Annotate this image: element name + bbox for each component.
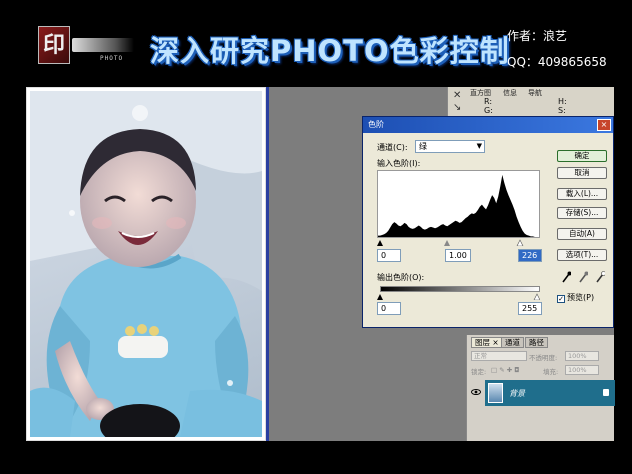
logo-streak bbox=[72, 38, 134, 52]
qq-text: QQ：409865658 bbox=[507, 55, 607, 69]
channel-value: 绿 bbox=[419, 142, 427, 151]
channel-select[interactable]: 绿 ▼ bbox=[415, 140, 485, 153]
info-s-label: S: bbox=[558, 106, 566, 115]
input-black-field[interactable]: 0 bbox=[377, 249, 401, 262]
white-eyedropper-icon[interactable] bbox=[595, 271, 605, 283]
banner-title: 深入研究PHOTO色彩控制 bbox=[150, 34, 510, 68]
lock-icon bbox=[603, 389, 609, 396]
logo-subtext: PHOTO bbox=[100, 55, 124, 62]
tab-channels[interactable]: 通道 bbox=[501, 337, 524, 348]
save-button[interactable]: 存储(S)... bbox=[557, 207, 607, 219]
input-levels-label: 输入色阶(I): bbox=[377, 159, 421, 168]
tab-navigator[interactable]: 导航 bbox=[528, 88, 542, 98]
move-tool-icon[interactable]: ✕ bbox=[453, 90, 461, 101]
dialog-titlebar[interactable]: 色阶 × bbox=[363, 117, 613, 133]
load-button[interactable]: 载入(L)... bbox=[557, 188, 607, 200]
options-button[interactable]: 选项(T)... bbox=[557, 249, 607, 261]
input-levels-slider[interactable] bbox=[377, 238, 540, 246]
input-gamma-handle[interactable] bbox=[444, 240, 450, 246]
baby-illustration bbox=[30, 91, 262, 437]
fill-field[interactable]: 100% bbox=[565, 365, 599, 375]
info-g-label: G: bbox=[484, 106, 493, 115]
auto-button[interactable]: 自动(A) bbox=[557, 228, 607, 240]
tab-layers-label: 图层 bbox=[475, 338, 490, 347]
banner-header: 印 PHOTO 深入研究PHOTO色彩控制 作者：浪艺 QQ：409865658 bbox=[0, 0, 632, 84]
layer-row-background[interactable]: 背景 bbox=[485, 380, 615, 406]
histogram-chart bbox=[377, 170, 540, 238]
lock-icons[interactable]: □ ✎ ✚ ◘ bbox=[491, 366, 519, 374]
output-white-field[interactable]: 255 bbox=[518, 302, 542, 315]
channel-label: 通道(C): bbox=[377, 143, 408, 152]
levels-dialog: 色阶 × 通道(C): 绿 ▼ 输入色阶(I): 0 1.00 226 输出色阶… bbox=[362, 116, 614, 328]
opacity-field[interactable]: 100% bbox=[565, 351, 599, 361]
input-black-handle[interactable] bbox=[377, 240, 383, 246]
preview-checkbox[interactable]: ✓ 预览(P) bbox=[557, 292, 594, 303]
layers-palette: 图层 × 通道 路径 正常 不透明度: 100% 锁定: □ ✎ ✚ ◘ 填充:… bbox=[466, 335, 615, 441]
eye-icon[interactable] bbox=[471, 388, 481, 396]
ok-button[interactable]: 确定 bbox=[557, 150, 607, 162]
photo-document[interactable] bbox=[26, 87, 266, 441]
checkmark-icon: ✓ bbox=[557, 295, 565, 303]
lock-label: 锁定: bbox=[471, 368, 487, 376]
logo-emblem: 印 bbox=[38, 26, 70, 64]
fill-label: 填充: bbox=[543, 368, 559, 376]
gray-eyedropper-icon[interactable] bbox=[578, 271, 588, 283]
tab-layers[interactable]: 图层 × bbox=[471, 337, 503, 348]
canvas-border bbox=[266, 87, 269, 441]
output-black-handle[interactable] bbox=[377, 294, 383, 300]
input-white-handle[interactable] bbox=[516, 239, 524, 246]
tab-paths[interactable]: 路径 bbox=[525, 337, 548, 348]
output-levels-slider[interactable] bbox=[377, 292, 540, 300]
baby-photo bbox=[30, 91, 262, 437]
zoom-tool-icon[interactable]: ↘ bbox=[453, 102, 461, 113]
info-r-label: R: bbox=[484, 97, 493, 106]
preview-label: 预览(P) bbox=[567, 293, 595, 302]
chevron-down-icon: ▼ bbox=[476, 142, 482, 150]
histogram-shape bbox=[378, 174, 539, 237]
layers-tab-strip: 图层 × 通道 路径 bbox=[467, 337, 615, 348]
output-black-field[interactable]: 0 bbox=[377, 302, 401, 315]
layer-name: 背景 bbox=[509, 389, 525, 398]
opacity-label: 不透明度: bbox=[529, 354, 558, 362]
output-white-handle[interactable] bbox=[533, 293, 540, 300]
close-button[interactable]: × bbox=[597, 119, 611, 131]
output-levels-label: 输出色阶(O): bbox=[377, 273, 425, 282]
tab-info[interactable]: 信息 bbox=[503, 88, 517, 98]
black-eyedropper-icon[interactable] bbox=[561, 271, 571, 283]
info-palette: ✕ ↘ 直方图 信息 导航 R: G: H: S: bbox=[447, 87, 614, 117]
layer-thumbnail bbox=[488, 383, 503, 403]
author-text: 作者：浪艺 bbox=[507, 29, 568, 43]
input-white-field[interactable]: 226 bbox=[518, 249, 542, 262]
input-gamma-field[interactable]: 1.00 bbox=[445, 249, 471, 262]
info-h-label: H: bbox=[558, 97, 567, 106]
logo: 印 PHOTO bbox=[38, 26, 134, 66]
blend-mode-select[interactable]: 正常 bbox=[471, 351, 527, 361]
cancel-button[interactable]: 取消 bbox=[557, 167, 607, 179]
dialog-title: 色阶 bbox=[368, 120, 384, 129]
